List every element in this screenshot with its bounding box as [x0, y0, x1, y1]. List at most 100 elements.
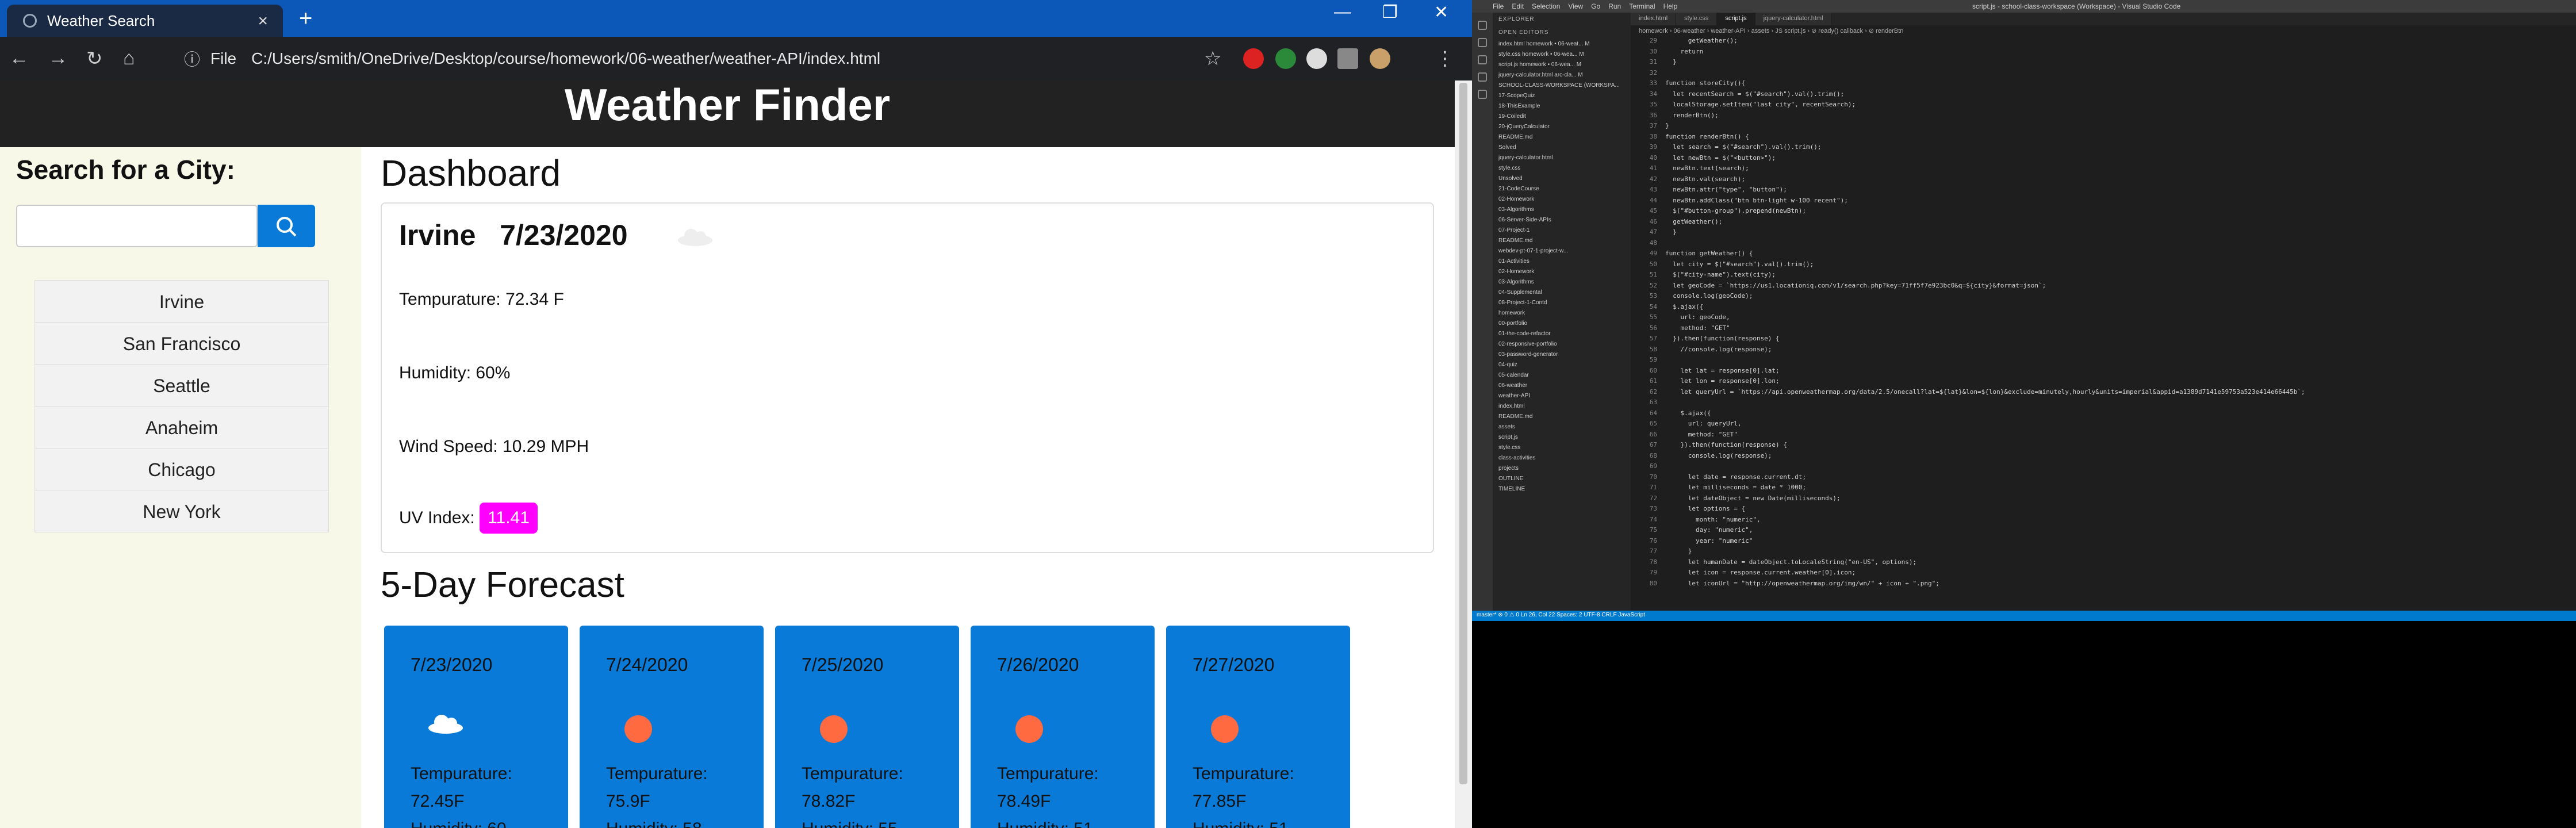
extension-icon[interactable]: [1306, 48, 1327, 69]
tree-item[interactable]: 17-ScopeQuiz: [1493, 91, 1631, 101]
code-line[interactable]: let dateObject = new Date(milliseconds);: [1665, 494, 1841, 502]
tree-item[interactable]: TIMELINE: [1493, 484, 1631, 494]
tree-item[interactable]: 01-Activities: [1493, 256, 1631, 267]
code-line[interactable]: url: geoCode,: [1665, 313, 1730, 321]
back-icon[interactable]: ←: [9, 47, 29, 70]
code-line[interactable]: month: "numeric",: [1665, 516, 1761, 523]
menu-item[interactable]: Edit: [1512, 2, 1524, 10]
code-line[interactable]: //console.log(response);: [1665, 346, 1772, 353]
bookmark-star-icon[interactable]: ☆: [1204, 47, 1221, 70]
tree-item[interactable]: 04-quiz: [1493, 360, 1631, 370]
tree-item[interactable]: SCHOOL-CLASS-WORKSPACE (WORKSPA...: [1493, 80, 1631, 91]
tree-item[interactable]: 02-Homework: [1493, 267, 1631, 277]
tree-item[interactable]: 04-Supplemental: [1493, 288, 1631, 298]
tab-close-icon[interactable]: ×: [258, 12, 268, 31]
tree-item[interactable]: 19-Coiledit: [1493, 112, 1631, 122]
code-line[interactable]: return: [1665, 48, 1703, 55]
search-input[interactable]: [16, 205, 258, 247]
code-line[interactable]: }).then(function(response) {: [1665, 441, 1787, 448]
menu-item[interactable]: View: [1568, 2, 1583, 10]
code-line[interactable]: }: [1665, 547, 1692, 555]
code-line[interactable]: let newBtn = $("<button>");: [1665, 154, 1776, 162]
menu-item[interactable]: Terminal: [1629, 2, 1655, 10]
tree-item[interactable]: 06-weather: [1493, 381, 1631, 391]
tree-item[interactable]: README.md: [1493, 412, 1631, 422]
debug-icon[interactable]: [1478, 72, 1487, 82]
extensions-icon[interactable]: [1478, 90, 1487, 99]
new-tab-button[interactable]: +: [299, 7, 312, 30]
code-line[interactable]: }: [1665, 228, 1677, 236]
city-button[interactable]: Anaheim: [34, 406, 329, 448]
open-editors-heading[interactable]: OPEN EDITORS: [1493, 26, 1631, 39]
tree-item[interactable]: jquery-calculator.html: [1493, 153, 1631, 163]
tree-item[interactable]: 07-Project-1: [1493, 225, 1631, 236]
search-icon[interactable]: [1478, 38, 1487, 47]
code-line[interactable]: $.ajax({: [1665, 303, 1703, 310]
code-line[interactable]: let lon = response[0].lon;: [1665, 377, 1779, 385]
tree-item[interactable]: style.css: [1493, 443, 1631, 453]
restore-icon[interactable]: ❐: [1382, 2, 1398, 22]
code-line[interactable]: }).then(function(response) {: [1665, 335, 1779, 342]
city-button[interactable]: Chicago: [34, 448, 329, 490]
tab-weather-search[interactable]: Weather Search ×: [7, 5, 283, 37]
code-line[interactable]: function renderBtn() {: [1665, 133, 1749, 140]
code-line[interactable]: day: "numeric",: [1665, 526, 1753, 534]
tree-item[interactable]: 21-CodeCourse: [1493, 184, 1631, 194]
tree-item[interactable]: 06-Server-Side-APIs: [1493, 215, 1631, 225]
tree-item[interactable]: index.html: [1493, 401, 1631, 412]
editor-tab[interactable]: script.js: [1717, 13, 1755, 25]
code-line[interactable]: newBtn.attr("type", "button");: [1665, 186, 1787, 193]
tree-item[interactable]: style.css homework • 06-wea... M: [1493, 49, 1631, 60]
menu-item[interactable]: Selection: [1532, 2, 1560, 10]
address-bar[interactable]: ⓘ File C:/Users/smith/OneDrive/Desktop/c…: [172, 44, 1202, 74]
city-button[interactable]: San Francisco: [34, 322, 329, 365]
code-line[interactable]: let options = {: [1665, 505, 1745, 512]
tree-item[interactable]: README.md: [1493, 236, 1631, 246]
source-control-icon[interactable]: [1478, 55, 1487, 64]
code-line[interactable]: let humanDate = dateObject.toLocaleStrin…: [1665, 558, 1916, 566]
code-line[interactable]: renderBtn();: [1665, 112, 1718, 119]
code-line[interactable]: let iconUrl = "http://openweathermap.org…: [1665, 580, 1939, 587]
tree-item[interactable]: 00-portfolio: [1493, 319, 1631, 329]
code-line[interactable]: url: queryUrl,: [1665, 420, 1742, 427]
scrollbar-thumb[interactable]: [1459, 83, 1467, 784]
code-line[interactable]: let milliseconds = date * 1000;: [1665, 484, 1806, 491]
code-line[interactable]: getWeather();: [1665, 37, 1738, 44]
tree-item[interactable]: 20-jQueryCalculator: [1493, 122, 1631, 132]
tree-item[interactable]: script.js: [1493, 432, 1631, 443]
tree-item[interactable]: webdev-pt-07-1-project-w...: [1493, 246, 1631, 256]
puzzle-icon[interactable]: [1337, 48, 1358, 69]
tree-item[interactable]: jquery-calculator.html arc-cla... M: [1493, 70, 1631, 80]
forward-icon[interactable]: →: [48, 47, 68, 70]
tree-item[interactable]: 05-calendar: [1493, 370, 1631, 381]
menu-item[interactable]: Help: [1663, 2, 1678, 10]
code-line[interactable]: newBtn.text(search);: [1665, 164, 1749, 172]
tree-item[interactable]: 03-password-generator: [1493, 350, 1631, 360]
code-line[interactable]: console.log(response);: [1665, 452, 1772, 459]
code-line[interactable]: method: "GET": [1665, 324, 1730, 332]
code-line[interactable]: let lat = response[0].lat;: [1665, 367, 1779, 374]
extension-icon[interactable]: [1243, 48, 1264, 69]
tree-item[interactable]: projects: [1493, 463, 1631, 474]
code-line[interactable]: localStorage.setItem("last city", recent…: [1665, 101, 1856, 108]
code-line[interactable]: let search = $("#search").val().trim();: [1665, 143, 1821, 151]
code-line[interactable]: let queryUrl = `https://api.openweatherm…: [1665, 388, 2305, 396]
tree-item[interactable]: 03-Algorithms: [1493, 277, 1631, 288]
menu-item[interactable]: Run: [1608, 2, 1621, 10]
code-line[interactable]: let recentSearch = $("#search").val().tr…: [1665, 90, 1844, 98]
menu-icon[interactable]: ⋮: [1435, 47, 1455, 70]
tree-item[interactable]: 03-Algorithms: [1493, 205, 1631, 215]
editor-tab[interactable]: style.css: [1676, 13, 1718, 25]
code-line[interactable]: console.log(geoCode);: [1665, 292, 1753, 300]
code-line[interactable]: let city = $("#search").val().trim();: [1665, 260, 1814, 268]
breadcrumb[interactable]: homework › 06-weather › weather-API › as…: [1631, 25, 2576, 37]
code-line[interactable]: let geoCode = `https://us1.locationiq.co…: [1665, 282, 2046, 289]
tree-item[interactable]: script.js homework • 06-wea... M: [1493, 60, 1631, 70]
code-line[interactable]: function getWeather() {: [1665, 250, 1753, 257]
city-button[interactable]: Irvine: [34, 280, 329, 323]
code-line[interactable]: method: "GET": [1665, 431, 1738, 438]
tree-item[interactable]: Solved: [1493, 143, 1631, 153]
code-line[interactable]: function storeCity(){: [1665, 79, 1745, 87]
code-line[interactable]: $("#button-group").prepend(newBtn);: [1665, 207, 1806, 214]
code-line[interactable]: let date = response.current.dt;: [1665, 473, 1806, 481]
